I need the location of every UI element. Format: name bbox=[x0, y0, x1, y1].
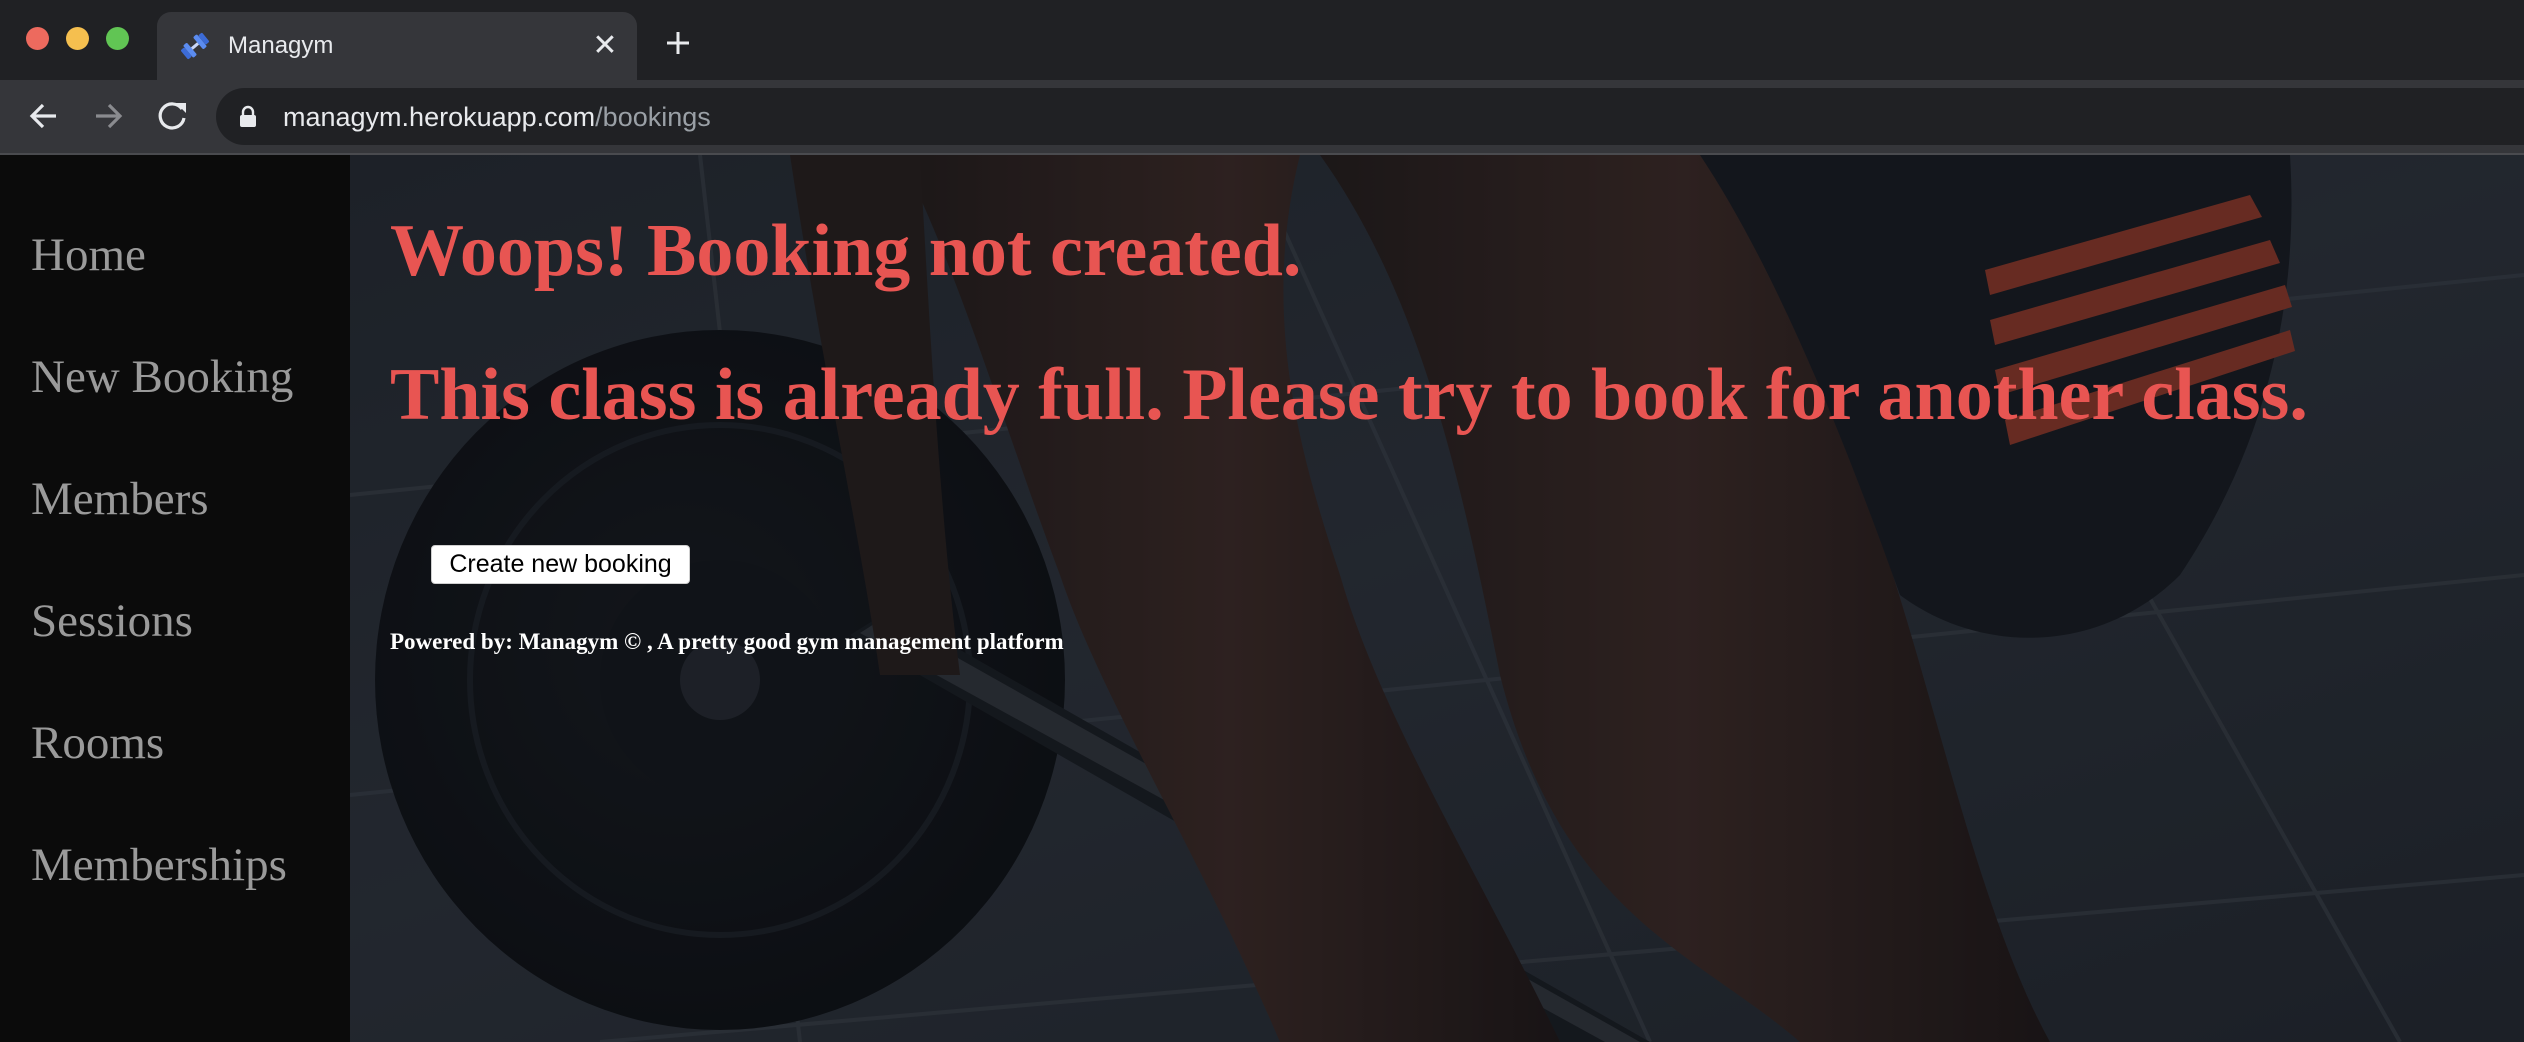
forward-arrow-icon[interactable] bbox=[88, 96, 128, 136]
page-viewport: Home New Booking Members Sessions Rooms … bbox=[0, 155, 2524, 1042]
url-host: managym.herokuapp.com bbox=[283, 102, 596, 132]
error-heading: Woops! Booking not created. bbox=[390, 210, 1302, 292]
browser-tab-active[interactable]: Managym ✕ bbox=[157, 12, 637, 80]
browser-toolbar: managym.herokuapp.com/bookings bbox=[0, 80, 2524, 153]
plus-icon[interactable] bbox=[661, 26, 695, 60]
close-window-button[interactable] bbox=[26, 27, 49, 50]
create-new-booking-button[interactable]: Create new booking bbox=[431, 545, 690, 584]
footer-text: Powered by: Managym © , A pretty good gy… bbox=[390, 629, 1064, 654]
back-arrow-icon[interactable] bbox=[24, 96, 64, 136]
close-tab-icon[interactable]: ✕ bbox=[589, 30, 621, 62]
sidebar-item-sessions[interactable]: Sessions bbox=[31, 593, 193, 649]
sidebar-item-new-booking[interactable]: New Booking bbox=[31, 349, 293, 405]
url-text[interactable]: managym.herokuapp.com/bookings bbox=[283, 102, 711, 132]
maximize-window-button[interactable] bbox=[106, 27, 129, 50]
sidebar-item-members[interactable]: Members bbox=[31, 471, 209, 527]
tab-title: Managym bbox=[228, 32, 334, 59]
sidebar-item-memberships[interactable]: Memberships bbox=[31, 837, 287, 893]
sidebar-item-home[interactable]: Home bbox=[31, 227, 146, 283]
browser-tabstrip: Managym ✕ bbox=[0, 0, 2524, 80]
error-message: This class is already full. Please try t… bbox=[390, 354, 2308, 436]
sidebar-nav: Home New Booking Members Sessions Rooms … bbox=[0, 155, 350, 1042]
minimize-window-button[interactable] bbox=[66, 27, 89, 50]
sidebar-item-rooms[interactable]: Rooms bbox=[31, 715, 164, 771]
url-path: /bookings bbox=[595, 102, 711, 132]
reload-icon[interactable] bbox=[152, 96, 192, 136]
dumbbell-icon bbox=[181, 33, 209, 59]
address-bar[interactable]: managym.herokuapp.com/bookings bbox=[216, 88, 2524, 145]
lock-icon[interactable] bbox=[238, 105, 258, 129]
